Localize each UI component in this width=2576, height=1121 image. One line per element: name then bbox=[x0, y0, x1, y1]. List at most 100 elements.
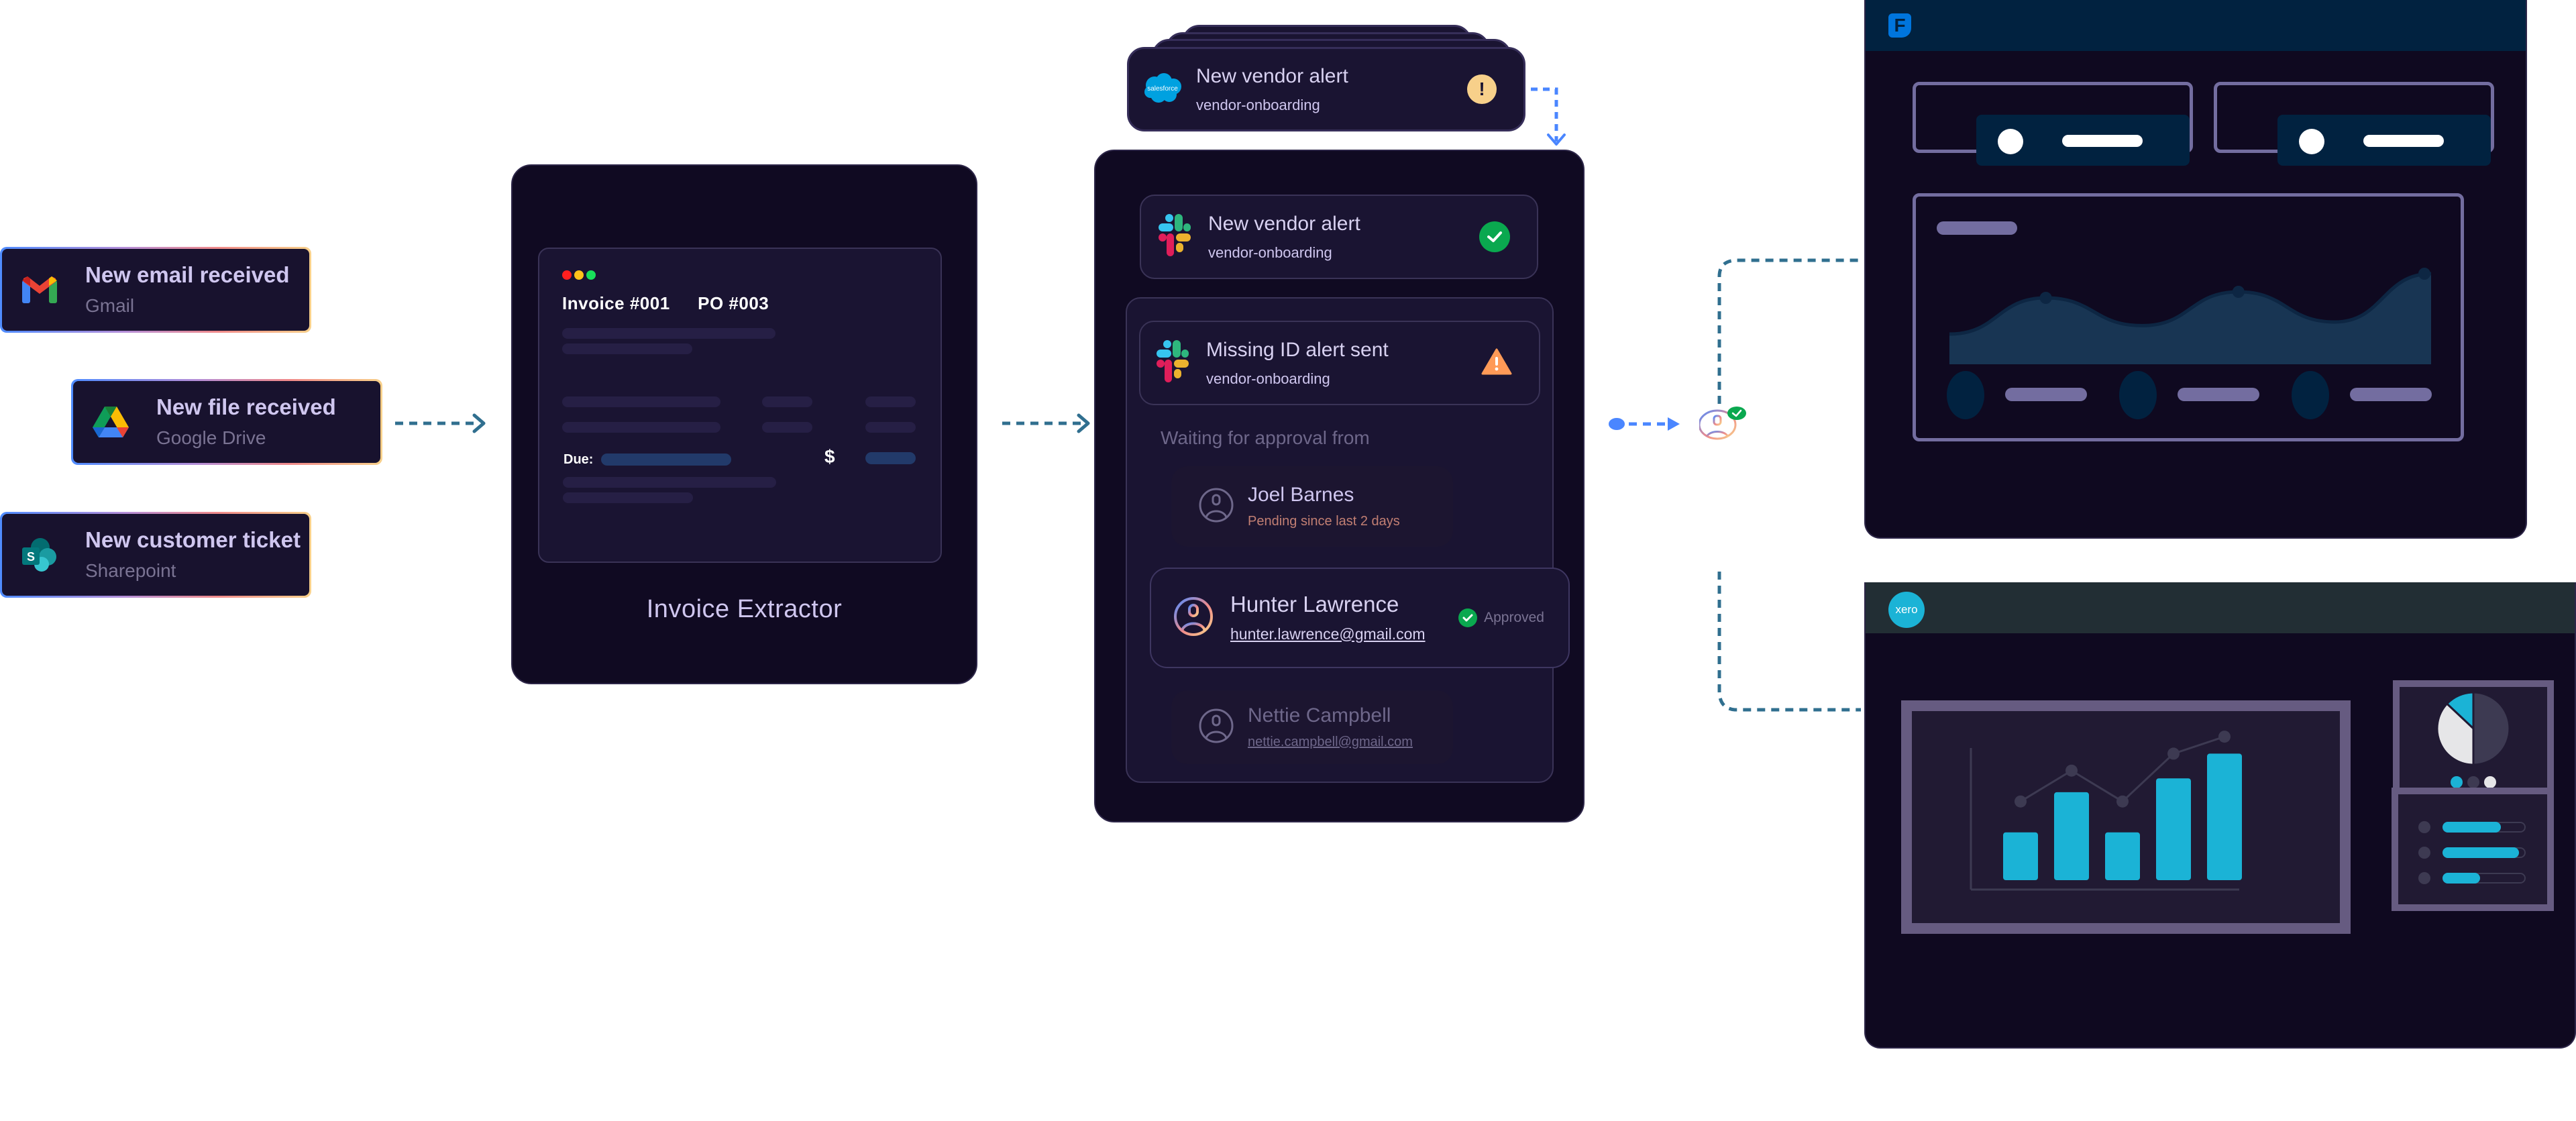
area-chart-card bbox=[1913, 193, 2464, 441]
trend-point bbox=[2116, 795, 2129, 808]
progress-fill bbox=[2443, 847, 2520, 858]
legend-bar bbox=[2350, 388, 2432, 401]
area-point bbox=[2039, 292, 2052, 304]
svg-text:salesforce: salesforce bbox=[1147, 85, 1178, 93]
trend-point bbox=[2065, 764, 2078, 777]
approved-badge: Approved bbox=[1458, 608, 1544, 627]
approval-heading: Waiting for approval from bbox=[1161, 427, 1370, 448]
placeholder-line bbox=[762, 422, 812, 433]
area-point bbox=[2232, 286, 2245, 298]
area-point bbox=[2418, 268, 2430, 280]
freshbooks-header: F bbox=[1866, 0, 2526, 51]
window-dot-red bbox=[562, 270, 572, 280]
connector-arrow-extractor-to-workflow bbox=[1002, 413, 1090, 433]
workflow-panel: New vendor alert vendor-onboarding Missi… bbox=[1094, 150, 1585, 822]
user-avatar-gradient-icon bbox=[1173, 596, 1214, 641]
pie-slice bbox=[2472, 691, 2511, 766]
invoice-heading: Invoice #001 PO #003 bbox=[562, 293, 769, 314]
slack-icon bbox=[1157, 339, 1189, 386]
slack-icon bbox=[1159, 213, 1191, 260]
progress-dot bbox=[2418, 847, 2430, 859]
placeholder-line bbox=[562, 343, 692, 354]
exclamation-circle-icon: ! bbox=[1467, 74, 1497, 104]
notification-title: Missing ID alert sent bbox=[1206, 338, 1389, 361]
salesforce-icon: salesforce bbox=[1144, 72, 1181, 107]
bar-chart-card bbox=[1901, 700, 2351, 934]
placeholder-line bbox=[865, 422, 916, 433]
trend-point bbox=[2015, 795, 2027, 808]
google-drive-icon bbox=[92, 403, 129, 441]
approver-email-link[interactable]: nettie.campbell@gmail.com bbox=[1248, 735, 1413, 750]
window-dot-yellow bbox=[574, 270, 584, 280]
user-avatar-icon bbox=[1198, 708, 1234, 747]
placeholder-line bbox=[563, 492, 693, 503]
progress-dot bbox=[2418, 872, 2430, 884]
approver-row-approved[interactable]: Hunter Lawrence hunter.lawrence@gmail.co… bbox=[1150, 568, 1570, 668]
trigger-card-google-drive[interactable]: New file received Google Drive bbox=[71, 379, 382, 465]
xero-progress-list bbox=[2398, 794, 2547, 904]
notification-channel: vendor-onboarding bbox=[1206, 370, 1330, 387]
po-number: PO #003 bbox=[698, 293, 769, 313]
placeholder-line bbox=[562, 328, 775, 339]
approver-email-link[interactable]: hunter.lawrence@gmail.com bbox=[1230, 625, 1458, 643]
legend-dot bbox=[1947, 371, 1984, 419]
alert-channel: vendor-onboarding bbox=[1196, 96, 1320, 113]
approver-name: Joel Barnes bbox=[1248, 484, 1354, 506]
placeholder-line bbox=[562, 422, 720, 433]
notification-channel: vendor-onboarding bbox=[1208, 244, 1332, 261]
trigger-source: Google Drive bbox=[156, 427, 266, 449]
freshbooks-dashboard: F bbox=[1864, 0, 2527, 539]
legend-bar bbox=[2005, 388, 2087, 401]
legend-dot bbox=[2292, 371, 2329, 419]
placeholder-line bbox=[562, 396, 720, 407]
xero-pie-chart bbox=[2436, 691, 2511, 788]
trigger-title: New email received bbox=[85, 262, 290, 287]
warning-triangle-icon bbox=[1481, 348, 1512, 378]
bar bbox=[2105, 832, 2140, 880]
legend-dot bbox=[2119, 371, 2157, 419]
pie-legend-dot bbox=[2467, 776, 2479, 788]
xero-icon: xero bbox=[1888, 592, 1925, 628]
check-circle-icon bbox=[1458, 608, 1478, 627]
trigger-card-gmail[interactable]: New email received Gmail bbox=[0, 247, 311, 333]
xero-bar-chart bbox=[1970, 731, 2242, 891]
approver-row-inactive[interactable]: Nettie Campbell nettie.campbell@gmail.co… bbox=[1171, 690, 1453, 764]
currency-symbol: $ bbox=[824, 446, 835, 467]
notification-card[interactable]: Missing ID alert sent vendor-onboarding bbox=[1139, 321, 1540, 405]
invoice-extractor-label: Invoice Extractor bbox=[646, 595, 843, 623]
approver-status: Pending since last 2 days bbox=[1248, 514, 1400, 529]
connector-arrow-workflow-to-node bbox=[1609, 417, 1680, 431]
check-circle-icon bbox=[1479, 221, 1510, 252]
progress-row bbox=[2418, 847, 2539, 859]
trigger-source: Sharepoint bbox=[85, 560, 176, 582]
trend-point bbox=[2167, 747, 2180, 760]
placeholder-line bbox=[563, 477, 776, 488]
xero-header: xero bbox=[1866, 582, 2575, 633]
approver-row-pending[interactable]: Joel Barnes Pending since last 2 days bbox=[1171, 466, 1453, 547]
amount-value-bar bbox=[865, 452, 916, 464]
freshbooks-area-chart bbox=[1949, 268, 2431, 364]
gmail-icon bbox=[21, 271, 58, 309]
due-value-bar bbox=[601, 453, 731, 466]
invoice-extractor-panel[interactable]: Invoice #001 PO #003 Due: $ Invoice Extr… bbox=[511, 164, 977, 684]
notification-card[interactable]: New vendor alert vendor-onboarding bbox=[1140, 195, 1538, 279]
progress-row bbox=[2418, 821, 2539, 833]
bar bbox=[2156, 778, 2191, 880]
pie-legend-dot bbox=[2484, 776, 2496, 788]
connector-branch-to-xero bbox=[1717, 572, 1861, 712]
trend-point bbox=[2218, 731, 2231, 743]
pie-legend-dot bbox=[2451, 776, 2463, 788]
trigger-card-sharepoint[interactable]: S New customer ticket Sharepoint bbox=[0, 512, 311, 598]
bar bbox=[2054, 792, 2089, 880]
sharepoint-icon: S bbox=[21, 536, 58, 574]
trend-line bbox=[2020, 735, 2225, 803]
progress-fill bbox=[2443, 822, 2501, 833]
salesforce-alert-card[interactable]: salesforce New vendor alert vendor-onboa… bbox=[1127, 47, 1525, 131]
user-approved-icon bbox=[1698, 399, 1746, 446]
connector-arrow-triggers-to-extractor bbox=[395, 413, 486, 433]
placeholder-line bbox=[762, 396, 812, 407]
svg-text:S: S bbox=[27, 550, 35, 564]
due-label: Due: bbox=[564, 452, 594, 467]
connector-branch-to-freshbooks bbox=[1717, 258, 1861, 404]
freshbooks-icon: F bbox=[1888, 13, 1911, 38]
